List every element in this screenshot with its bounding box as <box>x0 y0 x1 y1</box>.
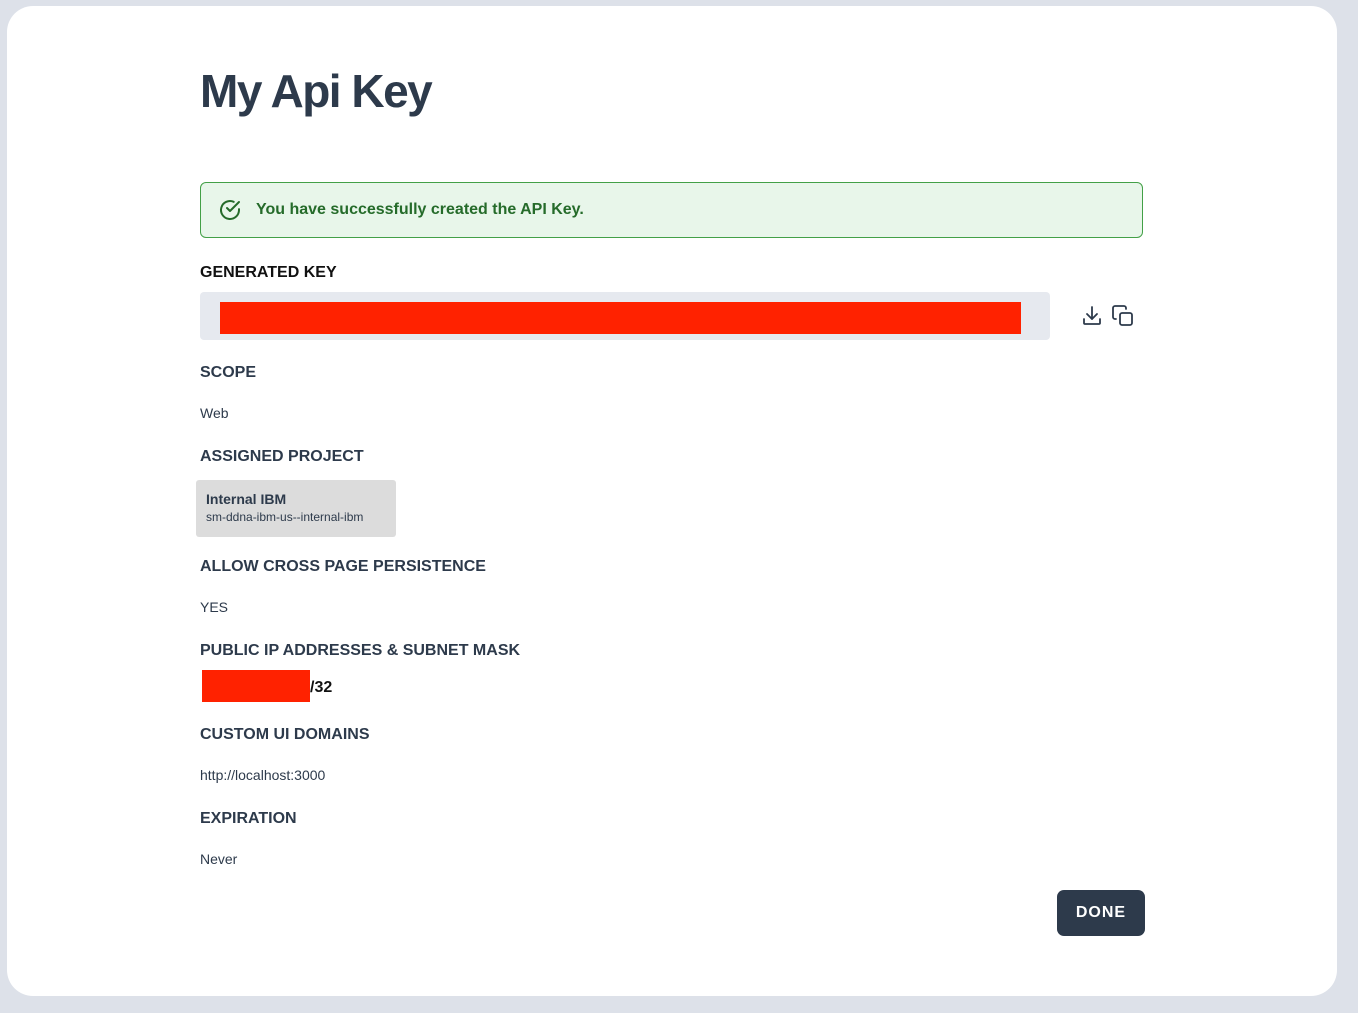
public-ip-label: PUBLIC IP ADDRESSES & SUBNET MASK <box>200 642 521 659</box>
cross-page-persistence-value: YES <box>200 599 229 615</box>
expiration-value: Never <box>200 851 238 867</box>
success-message: You have successfully created the API Ke… <box>256 201 584 218</box>
done-button[interactable]: DONE <box>1057 890 1145 936</box>
scope-value: Web <box>200 405 229 421</box>
download-button[interactable] <box>1079 303 1105 329</box>
generated-key-field[interactable] <box>200 292 1050 340</box>
copy-icon <box>1111 304 1135 328</box>
generated-key-label: GENERATED KEY <box>200 264 337 281</box>
subnet-mask-suffix: /32 <box>310 679 333 696</box>
assigned-project-label: ASSIGNED PROJECT <box>200 448 364 465</box>
custom-ui-domains-label: CUSTOM UI DOMAINS <box>200 726 370 743</box>
project-chip: Internal IBM sm-ddna-ibm-us--internal-ib… <box>196 480 396 537</box>
generated-key-redaction <box>220 302 1021 334</box>
page-title: My Api Key <box>200 65 433 117</box>
project-name: Internal IBM <box>206 491 287 507</box>
check-circle-icon <box>218 198 242 222</box>
expiration-label: EXPIRATION <box>200 810 297 827</box>
scope-label: SCOPE <box>200 364 257 381</box>
public-ip-value: /32 <box>200 670 400 702</box>
custom-ui-domains-value: http://localhost:3000 <box>200 767 326 783</box>
success-alert: You have successfully created the API Ke… <box>200 182 1143 238</box>
download-icon <box>1080 304 1104 328</box>
project-id: sm-ddna-ibm-us--internal-ibm <box>206 510 364 524</box>
copy-button[interactable] <box>1110 303 1136 329</box>
api-key-card: My Api Key You have successfully created… <box>7 6 1337 996</box>
cross-page-persistence-label: ALLOW CROSS PAGE PERSISTENCE <box>200 558 486 575</box>
public-ip-redaction <box>202 670 310 702</box>
